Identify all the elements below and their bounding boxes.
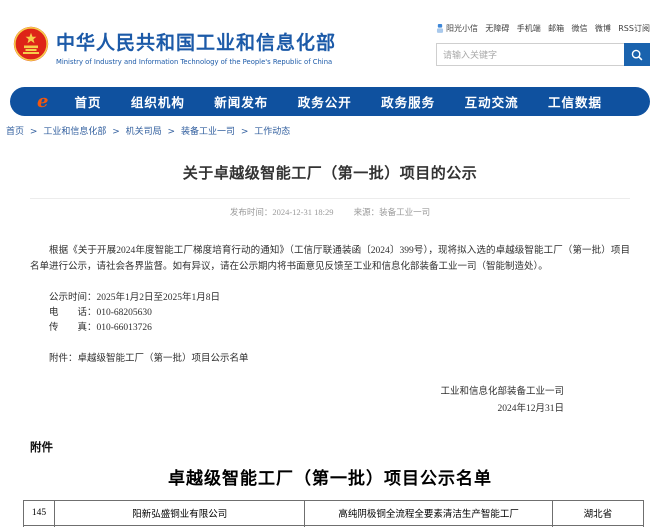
site-brand: 中华人民共和国工业和信息化部 Ministry of Industry and …	[56, 28, 336, 66]
miit-e-logo-icon[interactable]: e	[37, 93, 48, 111]
cell-row-number: 145	[24, 501, 55, 526]
nav-item-interaction[interactable]: 互动交流	[465, 92, 519, 111]
search-bar	[436, 43, 650, 66]
publish-time: 发布时间：2024-12-31 18:29	[230, 207, 334, 217]
national-emblem-icon	[13, 26, 49, 62]
breadcrumb-separator: >	[30, 127, 38, 137]
table-row: 145 阳新弘盛铜业有限公司 高纯阴极铜全流程全要素清洁生产智能工厂 湖北省	[24, 501, 644, 526]
article-title: 关于卓越级智能工厂（第一批）项目的公示	[30, 162, 630, 183]
search-icon	[630, 48, 644, 62]
breadcrumb-separator: >	[112, 127, 120, 137]
quick-link-accessibility[interactable]: 无障碍	[485, 23, 509, 34]
breadcrumb-work-updates[interactable]: 工作动态	[254, 127, 290, 137]
breadcrumb-equipment-bureau[interactable]: 装备工业一司	[181, 127, 235, 137]
contact-info: 公示时间：2025年1月2日至2025年1月8日 电 话：010-6820563…	[30, 291, 630, 336]
breadcrumb: 首页 > 工业和信息化部 > 机关司局 > 装备工业一司 > 工作动态	[0, 116, 660, 142]
quick-link-xiaoxin[interactable]: 阳光小信	[436, 23, 478, 34]
article-meta: 发布时间：2024-12-31 18:29 来源：装备工业一司	[30, 206, 630, 218]
ministry-name-cn: 中华人民共和国工业和信息化部	[56, 28, 336, 55]
header-right: 阳光小信 无障碍 手机端 邮箱 微信 微博 RSS订阅	[436, 23, 650, 66]
breadcrumb-miit[interactable]: 工业和信息化部	[43, 127, 106, 137]
quick-links: 阳光小信 无障碍 手机端 邮箱 微信 微博 RSS订阅	[436, 23, 650, 34]
nav-item-gov-disclosure[interactable]: 政务公开	[298, 92, 352, 111]
xiaoxin-mascot-icon	[436, 23, 444, 34]
phone-line: 电 话：010-68205630	[30, 306, 630, 321]
breadcrumb-separator: >	[168, 127, 176, 137]
cell-project: 高纯阴极铜全流程全要素清洁生产智能工厂	[305, 501, 552, 526]
attachment-table: 145 阳新弘盛铜业有限公司 高纯阴极铜全流程全要素清洁生产智能工厂 湖北省	[23, 500, 644, 527]
quick-link-mail[interactable]: 邮箱	[548, 23, 564, 34]
quick-link-label: 阳光小信	[446, 23, 478, 34]
signoff-org: 工业和信息化部装备工业一司	[30, 384, 564, 401]
notice-period: 公示时间：2025年1月2日至2025年1月8日	[30, 291, 630, 306]
breadcrumb-departments[interactable]: 机关司局	[126, 127, 162, 137]
signoff-date: 2024年12月31日	[30, 401, 564, 418]
cell-company: 阳新弘盛铜业有限公司	[55, 501, 305, 526]
ministry-name-en: Ministry of Industry and Information Tec…	[56, 58, 336, 66]
quick-link-mobile[interactable]: 手机端	[517, 23, 541, 34]
site-header: 中华人民共和国工业和信息化部 Ministry of Industry and …	[0, 0, 660, 85]
article-paragraph: 根据《关于开展2024年度智能工厂梯度培育行动的通知》（工信厅联通装函〔2024…	[30, 243, 630, 275]
nav-item-home[interactable]: 首页	[74, 92, 101, 111]
breadcrumb-separator: >	[241, 127, 249, 137]
cell-province: 湖北省	[552, 501, 643, 526]
quick-link-weibo[interactable]: 微博	[595, 23, 611, 34]
quick-link-rss[interactable]: RSS订阅	[618, 23, 650, 34]
fax-line: 传 真：010-66013726	[30, 321, 630, 336]
nav-item-organization[interactable]: 组织机构	[131, 92, 185, 111]
title-divider	[30, 198, 630, 199]
quick-link-wechat[interactable]: 微信	[572, 23, 588, 34]
search-button[interactable]	[624, 43, 650, 66]
nav-item-data[interactable]: 工信数据	[548, 92, 602, 111]
signoff: 工业和信息化部装备工业一司 2024年12月31日	[30, 384, 630, 418]
attachment-reference: 附件：卓越级智能工厂（第一批）项目公示名单	[30, 350, 630, 364]
article: 关于卓越级智能工厂（第一批）项目的公示 发布时间：2024-12-31 18:2…	[0, 162, 660, 418]
nav-item-news[interactable]: 新闻发布	[214, 92, 268, 111]
nav-items: 首页 组织机构 新闻发布 政务公开 政务服务 互动交流 工信数据	[74, 92, 602, 111]
breadcrumb-home[interactable]: 首页	[6, 127, 24, 137]
main-nav: e 首页 组织机构 新闻发布 政务公开 政务服务 互动交流 工信数据	[10, 87, 650, 116]
nav-item-gov-services[interactable]: 政务服务	[381, 92, 435, 111]
attachment-heading: 附件	[30, 439, 660, 455]
attachment-table-title: 卓越级智能工厂（第一批）项目公示名单	[0, 464, 660, 489]
article-source: 来源：装备工业一司	[354, 207, 431, 217]
search-input[interactable]	[436, 43, 624, 66]
attachment-table-container: 145 阳新弘盛铜业有限公司 高纯阴极铜全流程全要素清洁生产智能工厂 湖北省	[23, 500, 644, 527]
